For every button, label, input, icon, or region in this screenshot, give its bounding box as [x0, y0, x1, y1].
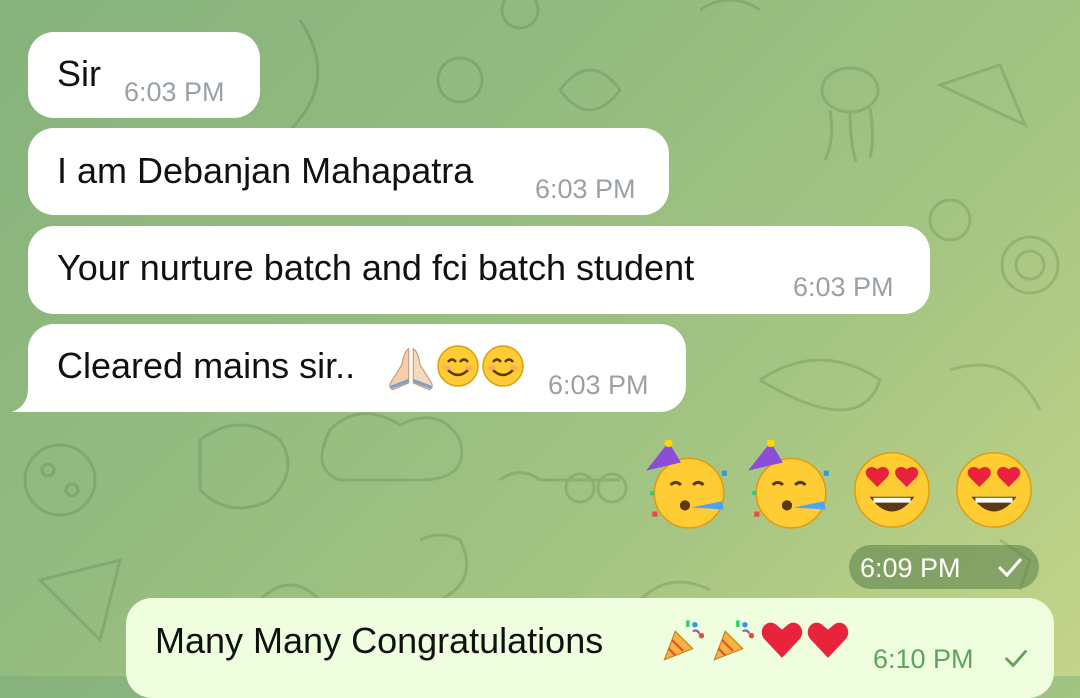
partying-face-emoji-icon — [646, 440, 727, 529]
heart-eyes-face-emoji-icon — [956, 452, 1032, 528]
folded-hands-emoji-icon — [389, 347, 433, 391]
red-heart-emoji-icon — [807, 622, 849, 658]
incoming-message[interactable]: I am Debanjan Mahapatra 6:03 PM — [28, 128, 669, 215]
message-time: 6:03 PM — [535, 174, 636, 204]
message-text: Many Many Congratulations — [155, 620, 604, 661]
message-text: Sir — [57, 53, 101, 94]
party-popper-emoji-icon — [713, 620, 755, 661]
message-time-badge: 6:09 PM — [849, 545, 1039, 589]
red-heart-emoji-icon — [761, 622, 803, 658]
heart-eyes-face-emoji-icon — [854, 452, 930, 528]
message-text: Your nurture batch and fci batch student — [57, 247, 695, 288]
message-time: 6:09 PM — [860, 553, 961, 583]
smiling-face-emoji-icon — [482, 345, 524, 387]
message-time: 6:10 PM — [873, 644, 974, 674]
partying-face-emoji-icon — [748, 440, 829, 529]
incoming-message[interactable]: Sir 6:03 PM — [28, 32, 260, 118]
incoming-message[interactable]: Your nurture batch and fci batch student… — [28, 226, 930, 314]
message-time: 6:03 PM — [793, 272, 894, 302]
smiling-face-emoji-icon — [437, 345, 479, 387]
sent-check-icon — [997, 558, 1023, 578]
message-time: 6:03 PM — [124, 77, 225, 107]
incoming-message[interactable]: Cleared mains sir.. 6:03 PM — [28, 324, 686, 412]
message-text: Cleared mains sir.. — [57, 345, 356, 386]
message-text: I am Debanjan Mahapatra — [57, 150, 474, 191]
party-popper-emoji-icon — [663, 620, 705, 661]
outgoing-message[interactable]: Many Many Congratulations 6:10 PM — [126, 598, 1054, 698]
sent-check-icon — [1004, 649, 1028, 668]
message-time: 6:03 PM — [548, 370, 649, 400]
